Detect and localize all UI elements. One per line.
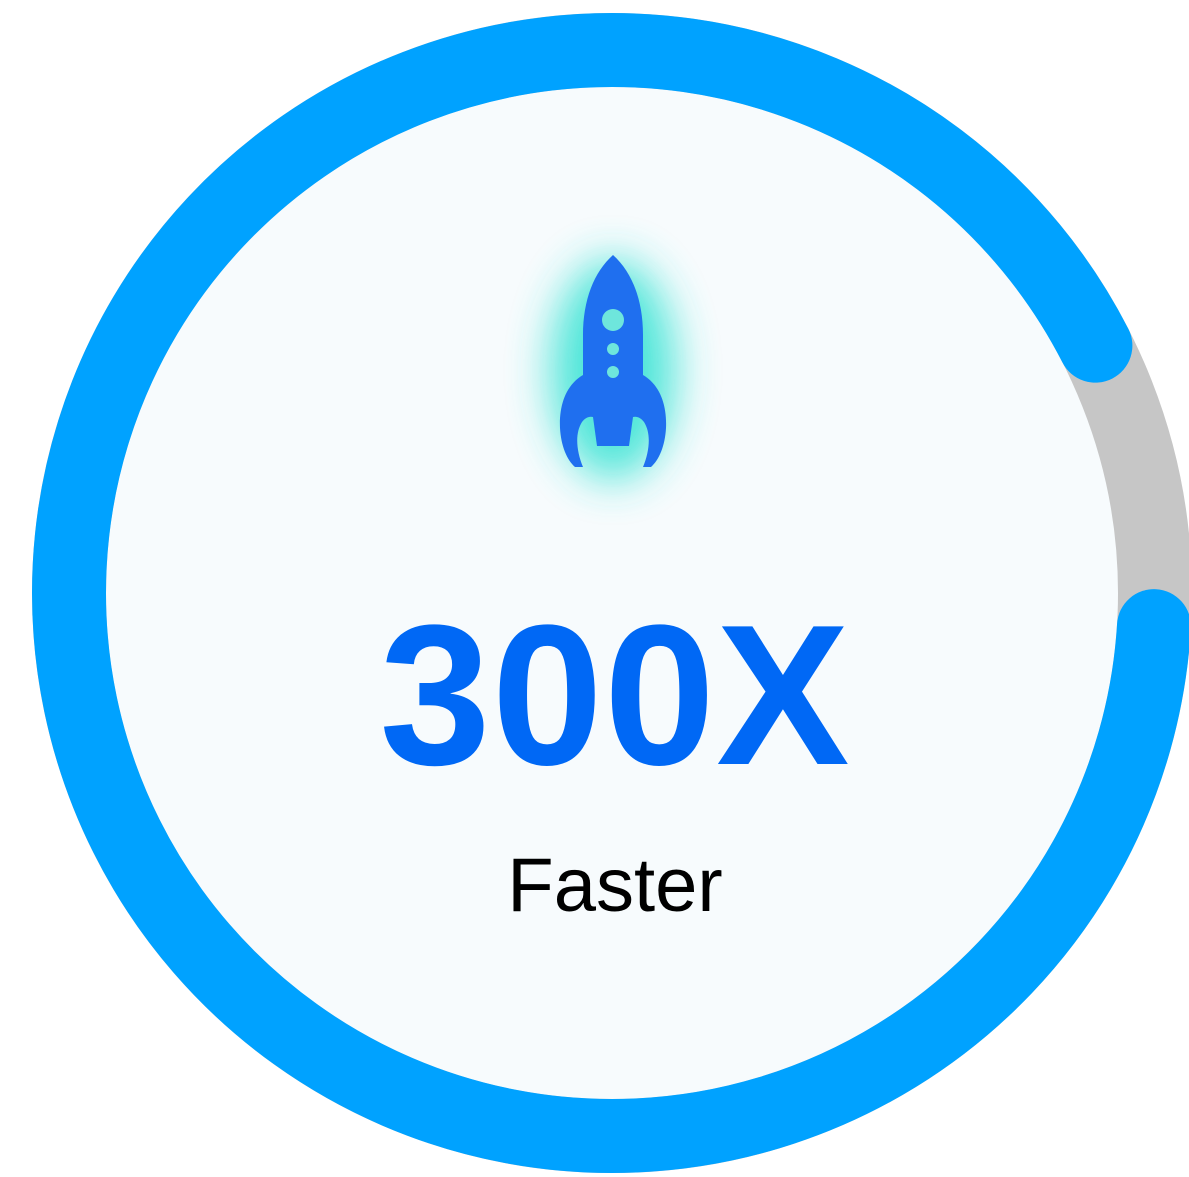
metric-label: Faster bbox=[507, 843, 723, 928]
metric-value: 300X bbox=[379, 584, 851, 807]
speed-metric-card: 300X Faster bbox=[0, 0, 1189, 1177]
